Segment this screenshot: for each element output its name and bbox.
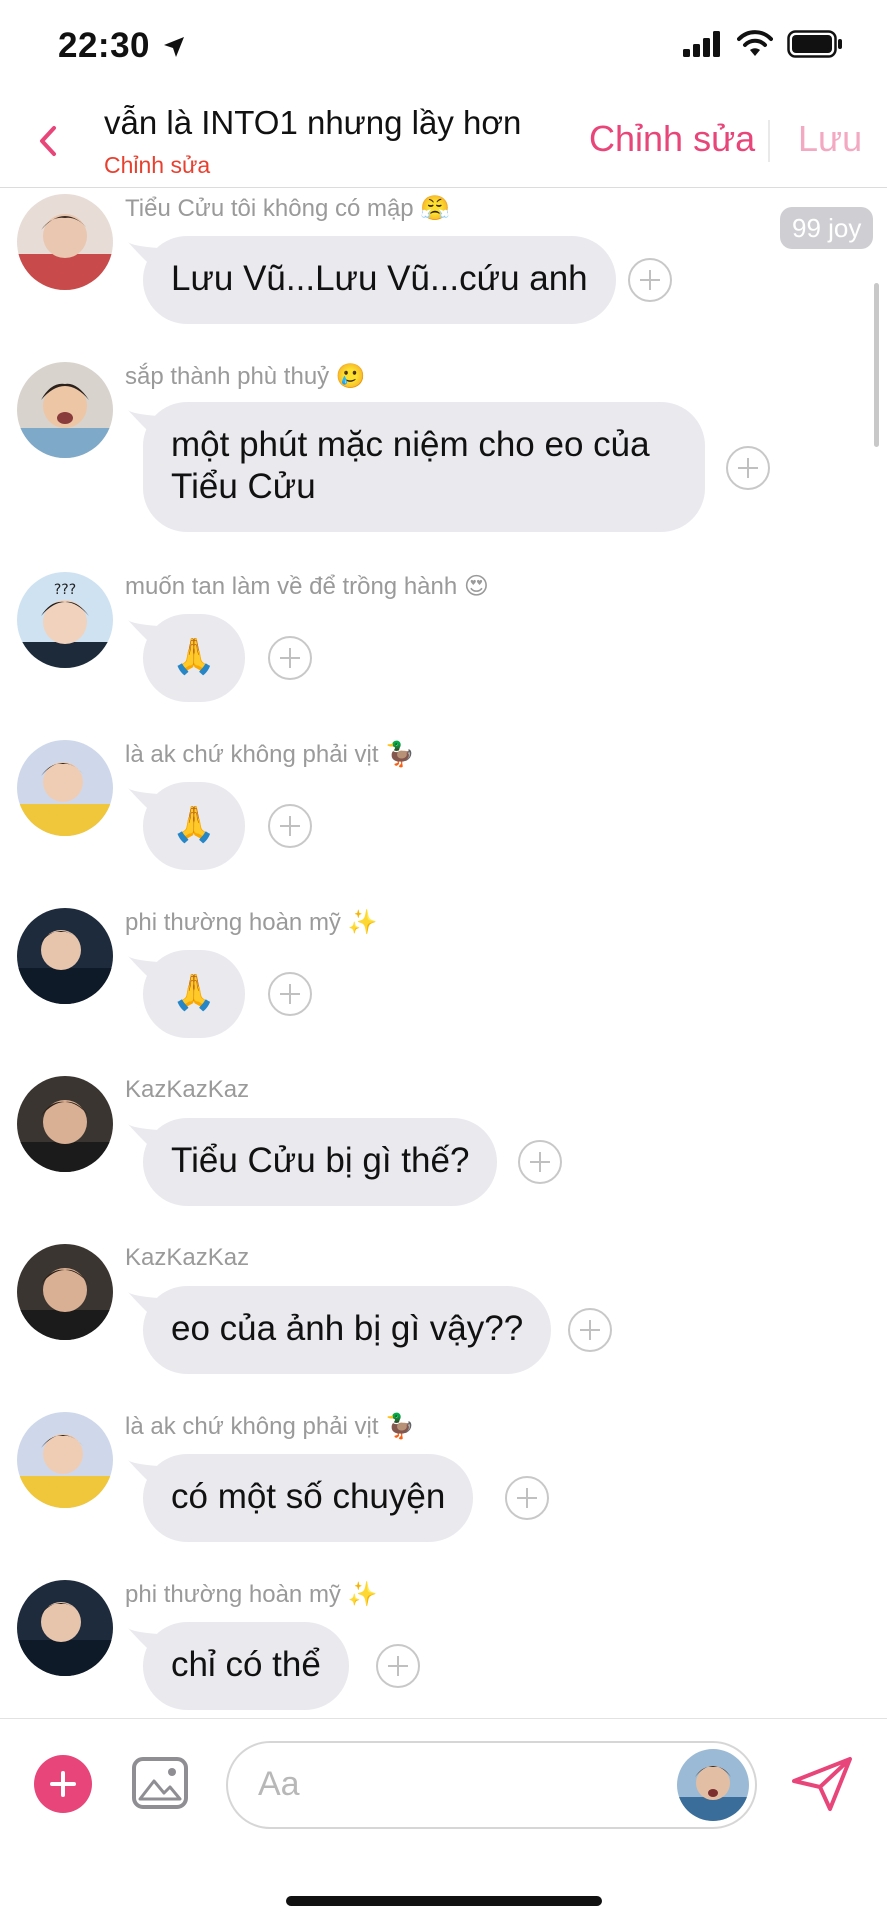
edit-button[interactable]: Chỉnh sửa xyxy=(589,118,755,160)
scrollbar[interactable] xyxy=(874,283,879,447)
save-button[interactable]: Lưu xyxy=(798,118,862,160)
message-input-placeholder: Aa xyxy=(258,1765,300,1803)
message-text: 🙏 xyxy=(172,805,216,844)
message-bubble[interactable]: Lưu Vũ...Lưu Vũ...cứu anh xyxy=(143,236,616,324)
message-text: 🙏 xyxy=(172,973,216,1012)
add-reaction-icon[interactable] xyxy=(726,446,770,490)
message-text: một phút mặc niệm cho eo của xyxy=(171,425,650,464)
message-text: Lưu Vũ...Lưu Vũ...cứu anh xyxy=(171,259,588,298)
add-reaction-icon[interactable] xyxy=(505,1476,549,1520)
add-reaction-icon[interactable] xyxy=(268,804,312,848)
plus-icon[interactable] xyxy=(34,1755,92,1813)
avatar[interactable] xyxy=(17,194,113,290)
status-time: 22:30 xyxy=(58,26,186,66)
message-bubble[interactable]: 🙏 xyxy=(143,950,245,1038)
location-arrow-icon xyxy=(164,37,185,57)
battery-icon xyxy=(787,30,842,58)
status-time-text: 22:30 xyxy=(58,26,151,65)
joy-badge: 99 joy xyxy=(780,207,874,249)
status-icons xyxy=(683,30,843,58)
sender-name: Tiểu Cửu tôi không có mập 😤 xyxy=(125,195,451,222)
sender-name: KazKazKaz xyxy=(125,1076,250,1103)
message-bubble[interactable]: Tiểu Cửu bị gì thế? xyxy=(143,1118,498,1206)
add-reaction-icon[interactable] xyxy=(268,636,312,680)
message-input[interactable]: Aa xyxy=(226,1741,757,1829)
avatar[interactable]: ??? xyxy=(17,572,113,668)
message-bubble[interactable]: chỉ có thể xyxy=(143,1622,349,1710)
chat-subtitle[interactable]: Chỉnh sửa xyxy=(104,152,210,179)
back-chevron-icon[interactable] xyxy=(30,116,66,166)
avatar[interactable] xyxy=(17,362,113,458)
avatar[interactable] xyxy=(17,1580,113,1676)
sender-name: KazKazKaz xyxy=(125,1244,250,1271)
user-avatar[interactable] xyxy=(677,1749,749,1821)
message-bubble[interactable]: 🙏 xyxy=(143,614,245,702)
add-reaction-icon[interactable] xyxy=(268,972,312,1016)
home-indicator xyxy=(286,1896,602,1906)
wifi-icon xyxy=(737,30,773,56)
avatar[interactable] xyxy=(17,1076,113,1172)
composer-bar: Aa xyxy=(0,1718,887,1920)
status-bar: 22:30 xyxy=(0,0,887,96)
chat-title: vẫn là INTO1 nhưng lầy hơn xyxy=(104,104,522,141)
message-bubble[interactable]: có một số chuyện xyxy=(143,1454,474,1542)
add-reaction-icon[interactable] xyxy=(628,258,672,302)
image-icon[interactable] xyxy=(130,1755,190,1811)
message-text: Tiểu Cửu bị gì thế? xyxy=(171,1141,470,1180)
avatar[interactable] xyxy=(17,1244,113,1340)
send-icon[interactable] xyxy=(790,1755,854,1813)
avatar[interactable] xyxy=(17,908,113,1004)
sender-name: là ak chứ không phải vịt 🦆 xyxy=(125,741,416,768)
svg-text:???: ??? xyxy=(54,582,76,598)
signal-icon xyxy=(683,31,720,57)
sender-name: phi thường hoàn mỹ ✨ xyxy=(125,1581,378,1608)
sender-name: sắp thành phù thuỷ 🥲 xyxy=(125,363,366,390)
sender-name: là ak chứ không phải vịt 🦆 xyxy=(125,1413,416,1440)
message-bubble[interactable]: eo của ảnh bị gì vậy?? xyxy=(143,1286,552,1374)
message-bubble[interactable]: một phút mặc niệm cho eo của Tiểu Cửu xyxy=(143,402,705,532)
sender-name: phi thường hoàn mỹ ✨ xyxy=(125,909,378,936)
message-bubble[interactable]: 🙏 xyxy=(143,782,245,870)
chat-header: vẫn là INTO1 nhưng lầy hơn Chỉnh sửa Chỉ… xyxy=(0,96,887,188)
add-reaction-icon[interactable] xyxy=(518,1140,562,1184)
avatar[interactable] xyxy=(17,740,113,836)
add-reaction-icon[interactable] xyxy=(376,1644,420,1688)
message-text: có một số chuyện xyxy=(171,1477,446,1516)
message-text: Tiểu Cửu xyxy=(171,467,316,506)
avatar[interactable] xyxy=(17,1412,113,1508)
message-text: chỉ có thể xyxy=(171,1645,321,1684)
sender-name: muốn tan làm về để trồng hành 😍 xyxy=(125,573,489,600)
header-divider xyxy=(768,120,770,162)
add-reaction-icon[interactable] xyxy=(568,1308,612,1352)
message-text: eo của ảnh bị gì vậy?? xyxy=(171,1309,524,1348)
message-text: 🙏 xyxy=(172,637,216,676)
